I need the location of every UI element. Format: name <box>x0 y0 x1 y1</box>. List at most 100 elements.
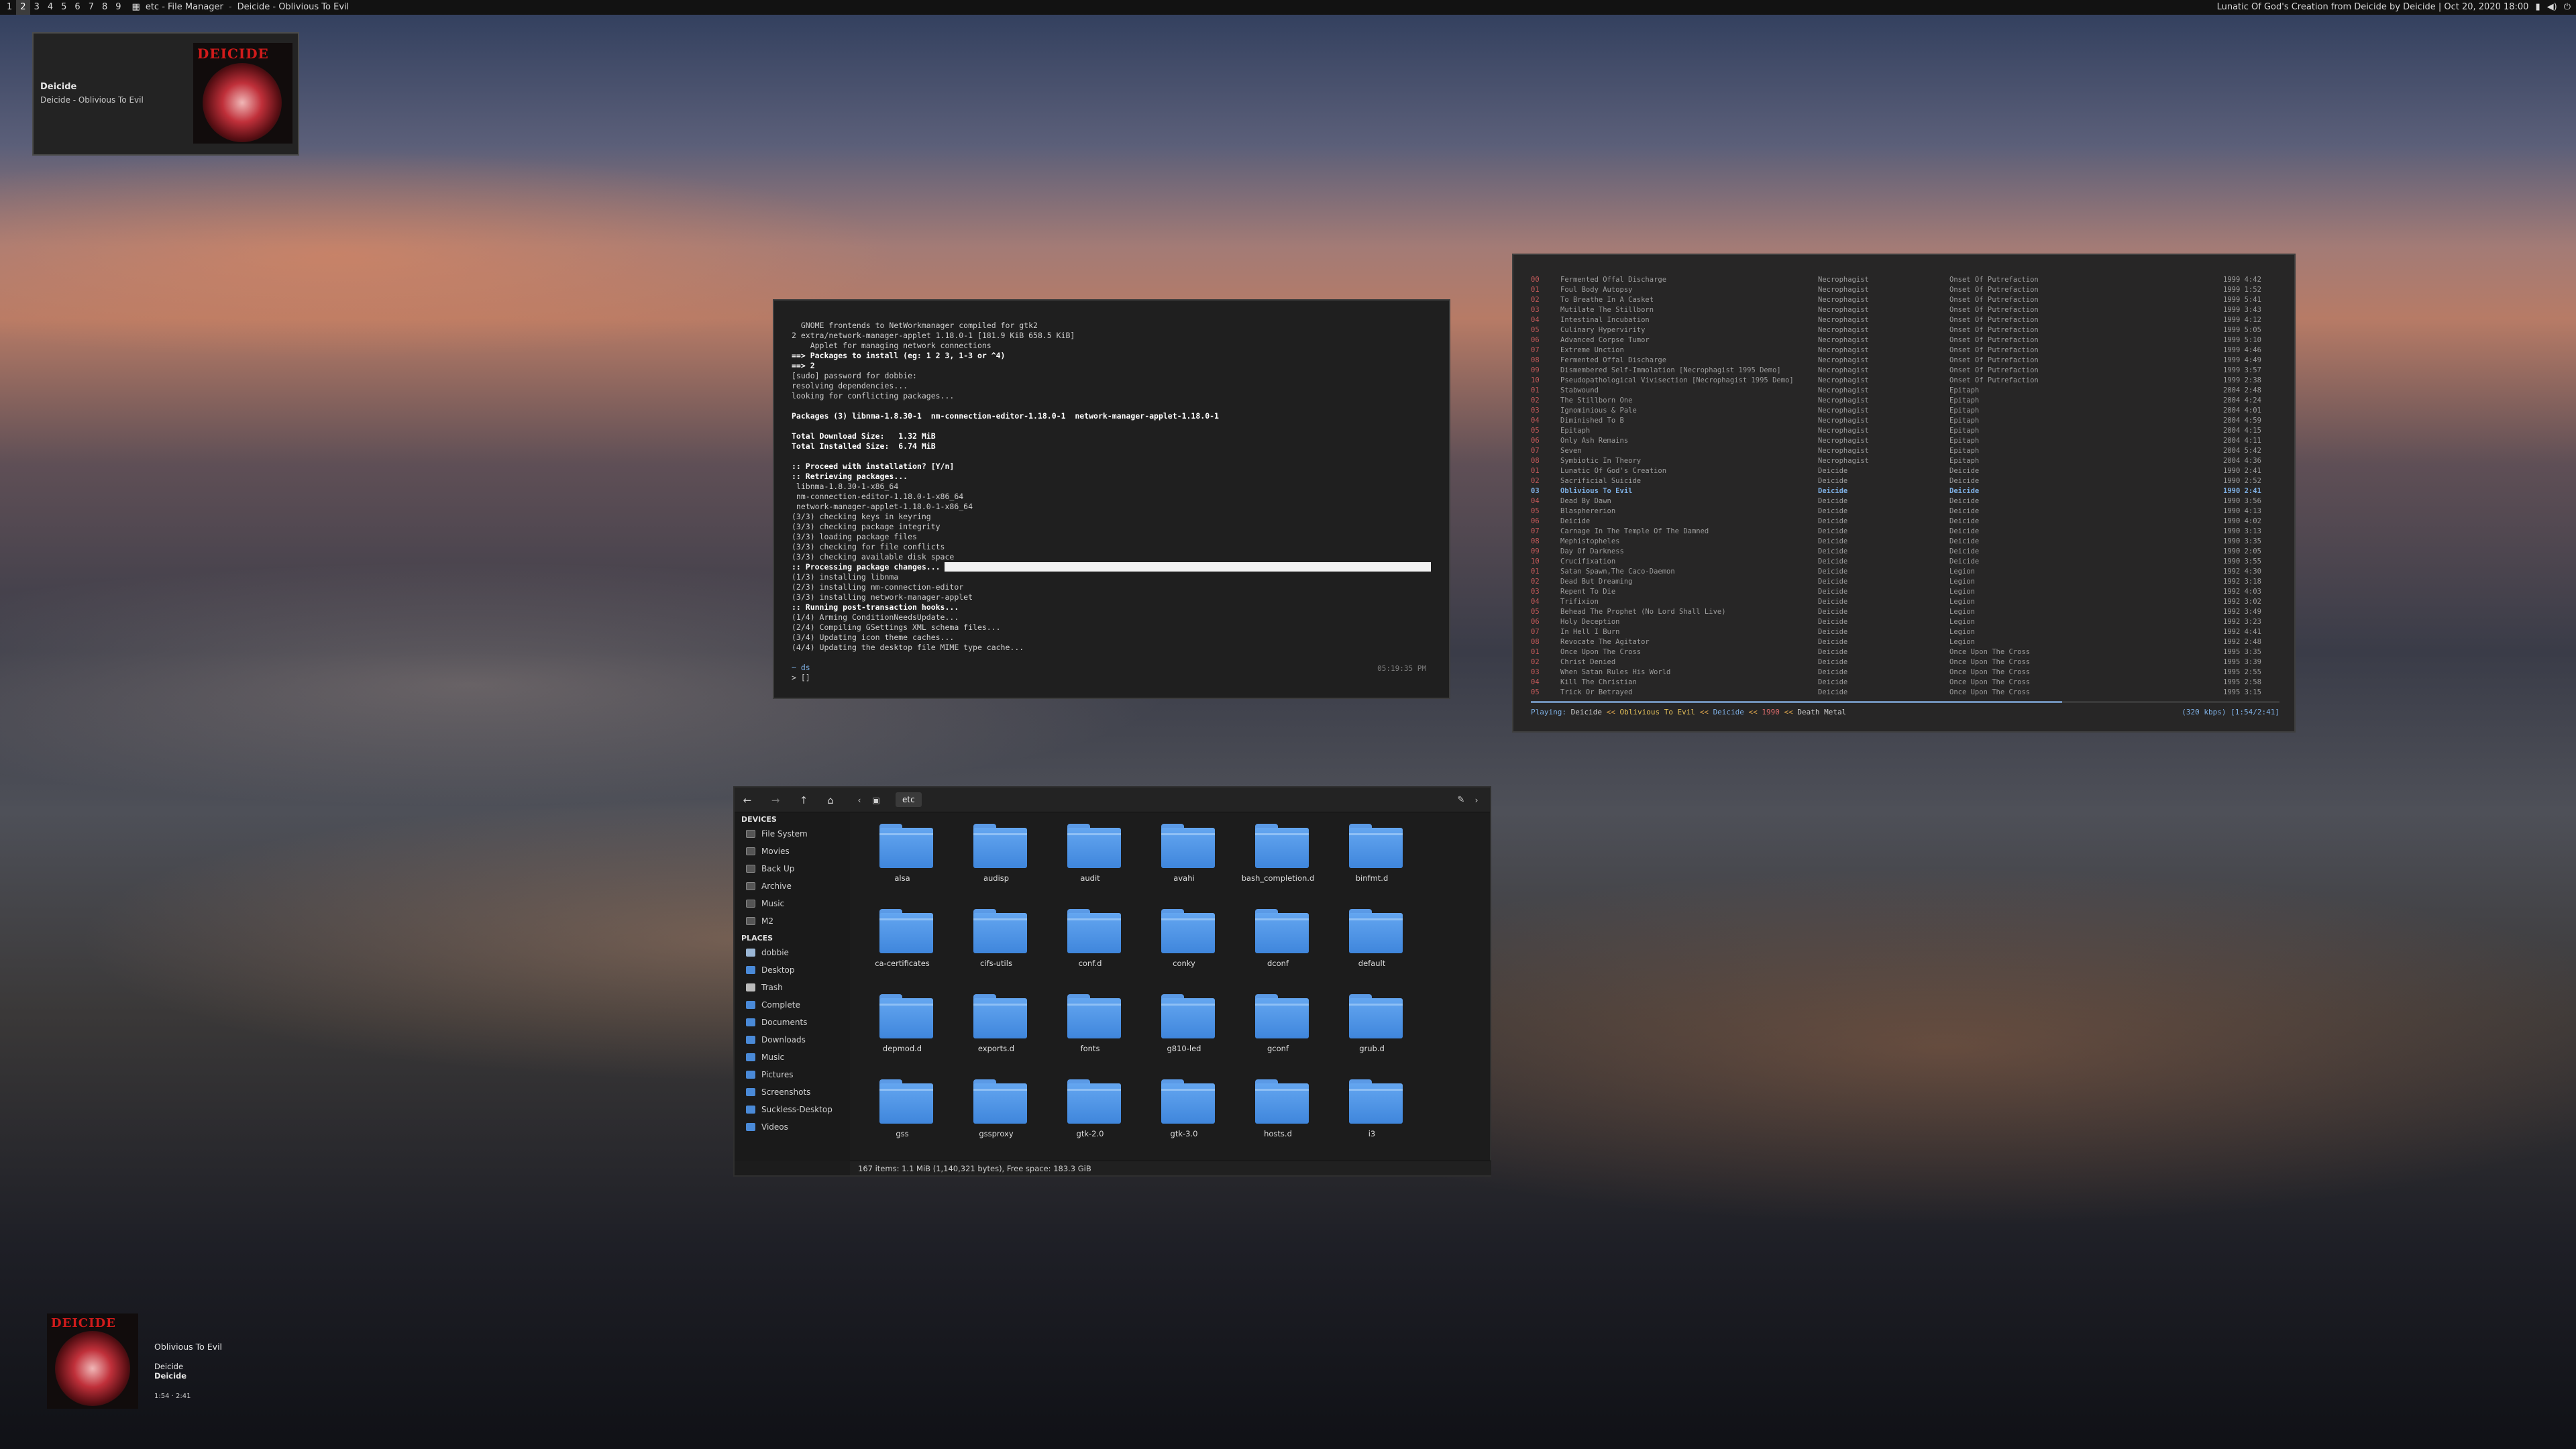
track-row[interactable]: 03 Mutilate The Stillborn Necrophagist Onse… <box>1531 305 2282 315</box>
chevron-left-icon[interactable]: ‹ <box>855 793 863 808</box>
track-row[interactable]: 05 Trick Or Betrayed Deicide Once Upon The … <box>1531 688 2282 698</box>
window-title[interactable]: etc - File Manager <box>146 0 223 15</box>
sidebar-place[interactable]: Desktop <box>735 961 850 979</box>
sidebar-place[interactable]: Music <box>735 1049 850 1066</box>
folder-item[interactable]: binfmt.d <box>1325 818 1419 904</box>
track-row[interactable]: 02 Dead But Dreaming Deicide Legion 1992 3:1… <box>1531 577 2282 587</box>
folder-item[interactable]: ca-certificates <box>855 904 949 989</box>
track-row[interactable]: 02 The Stillborn One Necrophagist Epitaph 20… <box>1531 396 2282 406</box>
workspace-5[interactable]: 5 <box>57 0 70 15</box>
workspace-1[interactable]: 1 <box>3 0 16 15</box>
track-row[interactable]: 06 Advanced Corpse Tumor Necrophagist Onset… <box>1531 335 2282 345</box>
prompt-input[interactable]: > [] <box>792 673 810 682</box>
folder-item[interactable]: gtk-3.0 <box>1137 1074 1231 1160</box>
folder-item[interactable]: exports.d <box>949 989 1043 1075</box>
folder-item[interactable]: hosts.d <box>1231 1074 1325 1160</box>
path-button-etc[interactable]: etc <box>896 792 922 807</box>
track-row[interactable]: 05 Blasphererion Deicide Deicide 1990 4:13 <box>1531 506 2282 517</box>
folder-item[interactable]: conky <box>1137 904 1231 989</box>
track-row[interactable]: 07 Carnage In The Temple Of The Damned Dei… <box>1531 527 2282 537</box>
sidebar-place[interactable]: Pictures <box>735 1066 850 1083</box>
home-icon[interactable]: ⌂ <box>823 793 838 808</box>
forward-icon[interactable]: → <box>768 793 783 808</box>
layout-icon[interactable]: ▦ <box>132 0 140 15</box>
file-manager-window[interactable]: ← → ↑ ⌂ ‹ ▣ etc ✎ › DEVICES File System M… <box>733 786 1491 1177</box>
track-row[interactable]: 06 Deicide Deicide Deicide 1990 4:02 <box>1531 517 2282 527</box>
track-row[interactable]: 02 Sacrificial Suicide Deicide Deicide 1990 … <box>1531 476 2282 486</box>
workspace-4[interactable]: 4 <box>44 0 57 15</box>
folder-item[interactable]: bash_completion.d <box>1231 818 1325 904</box>
track-row[interactable]: 01 Satan Spawn,The Caco-Daemon Deicide Legi… <box>1531 567 2282 577</box>
track-row[interactable]: 10 Pseudopathological Vivisection [Necrop… <box>1531 376 2282 386</box>
workspace-8[interactable]: 8 <box>98 0 111 15</box>
track-row[interactable]: 00 Fermented Offal Discharge Necrophagist O… <box>1531 275 2282 285</box>
sidebar-device[interactable]: Archive <box>735 877 850 895</box>
track-row[interactable]: 01 Stabwound Necrophagist Epitaph 2004 2:48 <box>1531 386 2282 396</box>
folder-item[interactable]: depmod.d <box>855 989 949 1075</box>
folder-item[interactable]: alsa <box>855 818 949 904</box>
track-row[interactable]: 04 Dead By Dawn Deicide Deicide 1990 3:56 <box>1531 496 2282 506</box>
track-row[interactable]: 06 Holy Deception Deicide Legion 1992 3:23 <box>1531 617 2282 627</box>
sidebar-place[interactable]: Suckless-Desktop <box>735 1101 850 1118</box>
track-row[interactable]: 08 Revocate The Agitator Deicide Legion 1992… <box>1531 637 2282 647</box>
folder-item[interactable]: avahi <box>1137 818 1231 904</box>
sidebar-device[interactable]: Music <box>735 895 850 912</box>
track-row[interactable]: 04 Kill The Christian Deicide Once Upon The… <box>1531 678 2282 688</box>
track-row[interactable]: 01 Foul Body Autopsy Necrophagist Onset Of … <box>1531 285 2282 295</box>
sidebar-place[interactable]: Trash <box>735 979 850 996</box>
media-notification[interactable]: DEICIDE Deicide Deicide - Oblivious To E… <box>32 32 299 156</box>
track-row[interactable]: 05 Culinary Hypervirity Necrophagist Onset … <box>1531 325 2282 335</box>
track-row[interactable]: 09 Day Of Darkness Deicide Deicide 1990 2:05 <box>1531 547 2282 557</box>
workspace-2[interactable]: 2 <box>16 0 30 15</box>
terminal-prompt[interactable]: ~ ds > [] <box>792 663 810 683</box>
power-icon[interactable]: ⏻ <box>2564 0 2571 15</box>
edit-path-icon[interactable]: ✎ <box>1454 793 1468 808</box>
track-row[interactable]: 04 Diminished To B Necrophagist Epitaph 2004… <box>1531 416 2282 426</box>
workspace-3[interactable]: 3 <box>30 0 44 15</box>
folder-item[interactable]: audisp <box>949 818 1043 904</box>
volume-icon[interactable]: ◀) <box>2547 0 2557 15</box>
workspace-7[interactable]: 7 <box>85 0 98 15</box>
track-row[interactable]: 08 Symbiotic In Theory Necrophagist Epitaph… <box>1531 456 2282 466</box>
track-row[interactable]: 04 Trifixion Deicide Legion 1992 3:02 <box>1531 597 2282 607</box>
track-row[interactable]: 10 Crucifixation Deicide Deicide 1990 3:55 <box>1531 557 2282 567</box>
track-row[interactable]: 05 Epitaph Necrophagist Epitaph 2004 4:15 <box>1531 426 2282 436</box>
sidebar-device[interactable]: M2 <box>735 912 850 930</box>
sidebar-place[interactable]: Documents <box>735 1014 850 1031</box>
folder-item[interactable]: grub.d <box>1325 989 1419 1075</box>
sidebar-place[interactable]: Complete <box>735 996 850 1014</box>
folder-item[interactable]: cifs-utils <box>949 904 1043 989</box>
chevron-right-icon[interactable]: › <box>1472 793 1481 808</box>
track-row[interactable]: 09 Dismembered Self-Immolation [Necrophag… <box>1531 366 2282 376</box>
terminal-window[interactable]: GNOME frontends to NetWorkmanager compil… <box>773 299 1450 699</box>
up-icon[interactable]: ↑ <box>796 793 811 808</box>
track-row[interactable]: 08 Mephistopheles Deicide Deicide 1990 3:35 <box>1531 537 2282 547</box>
track-row[interactable]: 07 In Hell I Burn Deicide Legion 1992 4:41 <box>1531 627 2282 637</box>
track-row[interactable]: 03 Oblivious To Evil Deicide Deicide 1990 2:… <box>1531 486 2282 496</box>
track-row[interactable]: 03 When Satan Rules His World Deicide Once … <box>1531 667 2282 678</box>
folder-item[interactable]: gssproxy <box>949 1074 1043 1160</box>
track-row[interactable]: 05 Behead The Prophet (No Lord Shall Live… <box>1531 607 2282 617</box>
music-player-window[interactable]: 00 Fermented Offal Discharge Necrophagist O… <box>1512 254 2296 733</box>
track-row[interactable]: 03 Ignominious & Pale Necrophagist Epitaph 2… <box>1531 406 2282 416</box>
track-row[interactable]: 01 Lunatic Of God's Creation Deicide Deicid… <box>1531 466 2282 476</box>
track-row[interactable]: 01 Once Upon The Cross Deicide Once Upon Th… <box>1531 647 2282 657</box>
workspace-6[interactable]: 6 <box>70 0 84 15</box>
folder-item[interactable]: gconf <box>1231 989 1325 1075</box>
drive-icon[interactable]: ▣ <box>869 793 883 808</box>
track-row[interactable]: 02 To Breathe In A Casket Necrophagist Onse… <box>1531 295 2282 305</box>
sidebar-device[interactable]: Movies <box>735 843 850 860</box>
sidebar-place[interactable]: dobbie <box>735 944 850 961</box>
folder-item[interactable]: dconf <box>1231 904 1325 989</box>
folder-item[interactable]: default <box>1325 904 1419 989</box>
sidebar-place[interactable]: Downloads <box>735 1031 850 1049</box>
folder-item[interactable]: gtk-2.0 <box>1043 1074 1137 1160</box>
workspace-9[interactable]: 9 <box>111 0 125 15</box>
sidebar-device[interactable]: Back Up <box>735 860 850 877</box>
track-row[interactable]: 02 Christ Denied Deicide Once Upon The Cros… <box>1531 657 2282 667</box>
playback-progress[interactable] <box>1531 701 2279 703</box>
folder-item[interactable]: audit <box>1043 818 1137 904</box>
folder-item[interactable]: gss <box>855 1074 949 1160</box>
folder-item[interactable]: fonts <box>1043 989 1137 1075</box>
sidebar-place[interactable]: Videos <box>735 1118 850 1136</box>
